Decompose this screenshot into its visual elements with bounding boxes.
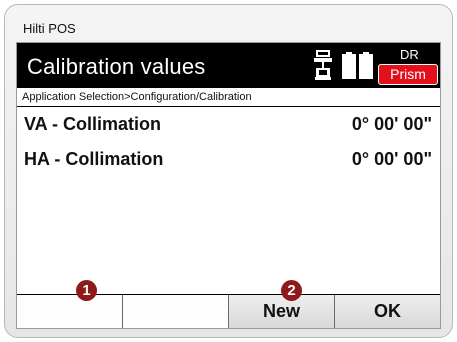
callout-marker-1: 1	[76, 280, 97, 301]
mode-label: DR	[400, 47, 419, 62]
title-bar: Calibration values DR Prism	[17, 43, 440, 88]
list-item: HA - Collimation 0° 00' 00"	[17, 149, 440, 173]
list-item: VA - Collimation 0° 00' 00"	[17, 114, 440, 138]
va-collimation-value: 0° 00' 00"	[351, 114, 432, 134]
softkey-1	[17, 295, 123, 328]
app-title: Hilti POS	[23, 21, 76, 36]
ha-collimation-label: HA - Collimation	[24, 149, 164, 169]
breadcrumb: Application Selection>Configuration/Cali…	[17, 88, 440, 107]
device-frame: Hilti POS Calibration values DR Prism Ap…	[4, 4, 453, 338]
battery-icon	[359, 52, 373, 79]
page-title: Calibration values	[27, 54, 206, 79]
callout-marker-2: 2	[281, 280, 302, 301]
ha-collimation-value: 0° 00' 00"	[351, 149, 432, 169]
prism-badge[interactable]: Prism	[378, 64, 438, 85]
va-collimation-label: VA - Collimation	[24, 114, 161, 134]
softkey-2	[123, 295, 229, 328]
new-button[interactable]: New	[229, 295, 335, 328]
battery-icon	[342, 52, 356, 79]
ok-button[interactable]: OK	[335, 295, 440, 328]
instrument-icon	[314, 50, 332, 80]
